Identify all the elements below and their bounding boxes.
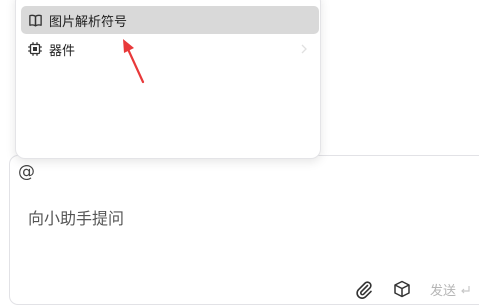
menu-item-label: 图片解析符号 xyxy=(49,14,128,30)
chip-icon xyxy=(27,41,43,57)
component-button[interactable] xyxy=(391,278,413,300)
send-label: 发送 xyxy=(430,284,457,299)
attach-button[interactable] xyxy=(353,278,375,300)
paperclip-icon xyxy=(356,281,372,299)
annotation-arrow-icon xyxy=(123,39,145,84)
mention-popup-menu: 图片解析符号 器件 xyxy=(15,0,321,159)
chevron-right-icon xyxy=(301,44,307,54)
menu-item-components[interactable]: 器件 xyxy=(21,35,319,63)
menu-item-image-symbol-parse[interactable]: 图片解析符号 xyxy=(21,6,319,34)
send-button[interactable]: 发送 xyxy=(430,280,471,299)
menu-item-label: 器件 xyxy=(49,43,76,59)
book-open-icon xyxy=(27,12,43,28)
cube-icon xyxy=(394,280,410,298)
mention-symbol: @ xyxy=(18,162,35,182)
chat-input-panel[interactable]: @ 向小助手提问 发送 xyxy=(9,155,479,305)
chat-input-placeholder[interactable]: 向小助手提问 xyxy=(28,205,124,229)
enter-key-icon xyxy=(461,285,470,293)
